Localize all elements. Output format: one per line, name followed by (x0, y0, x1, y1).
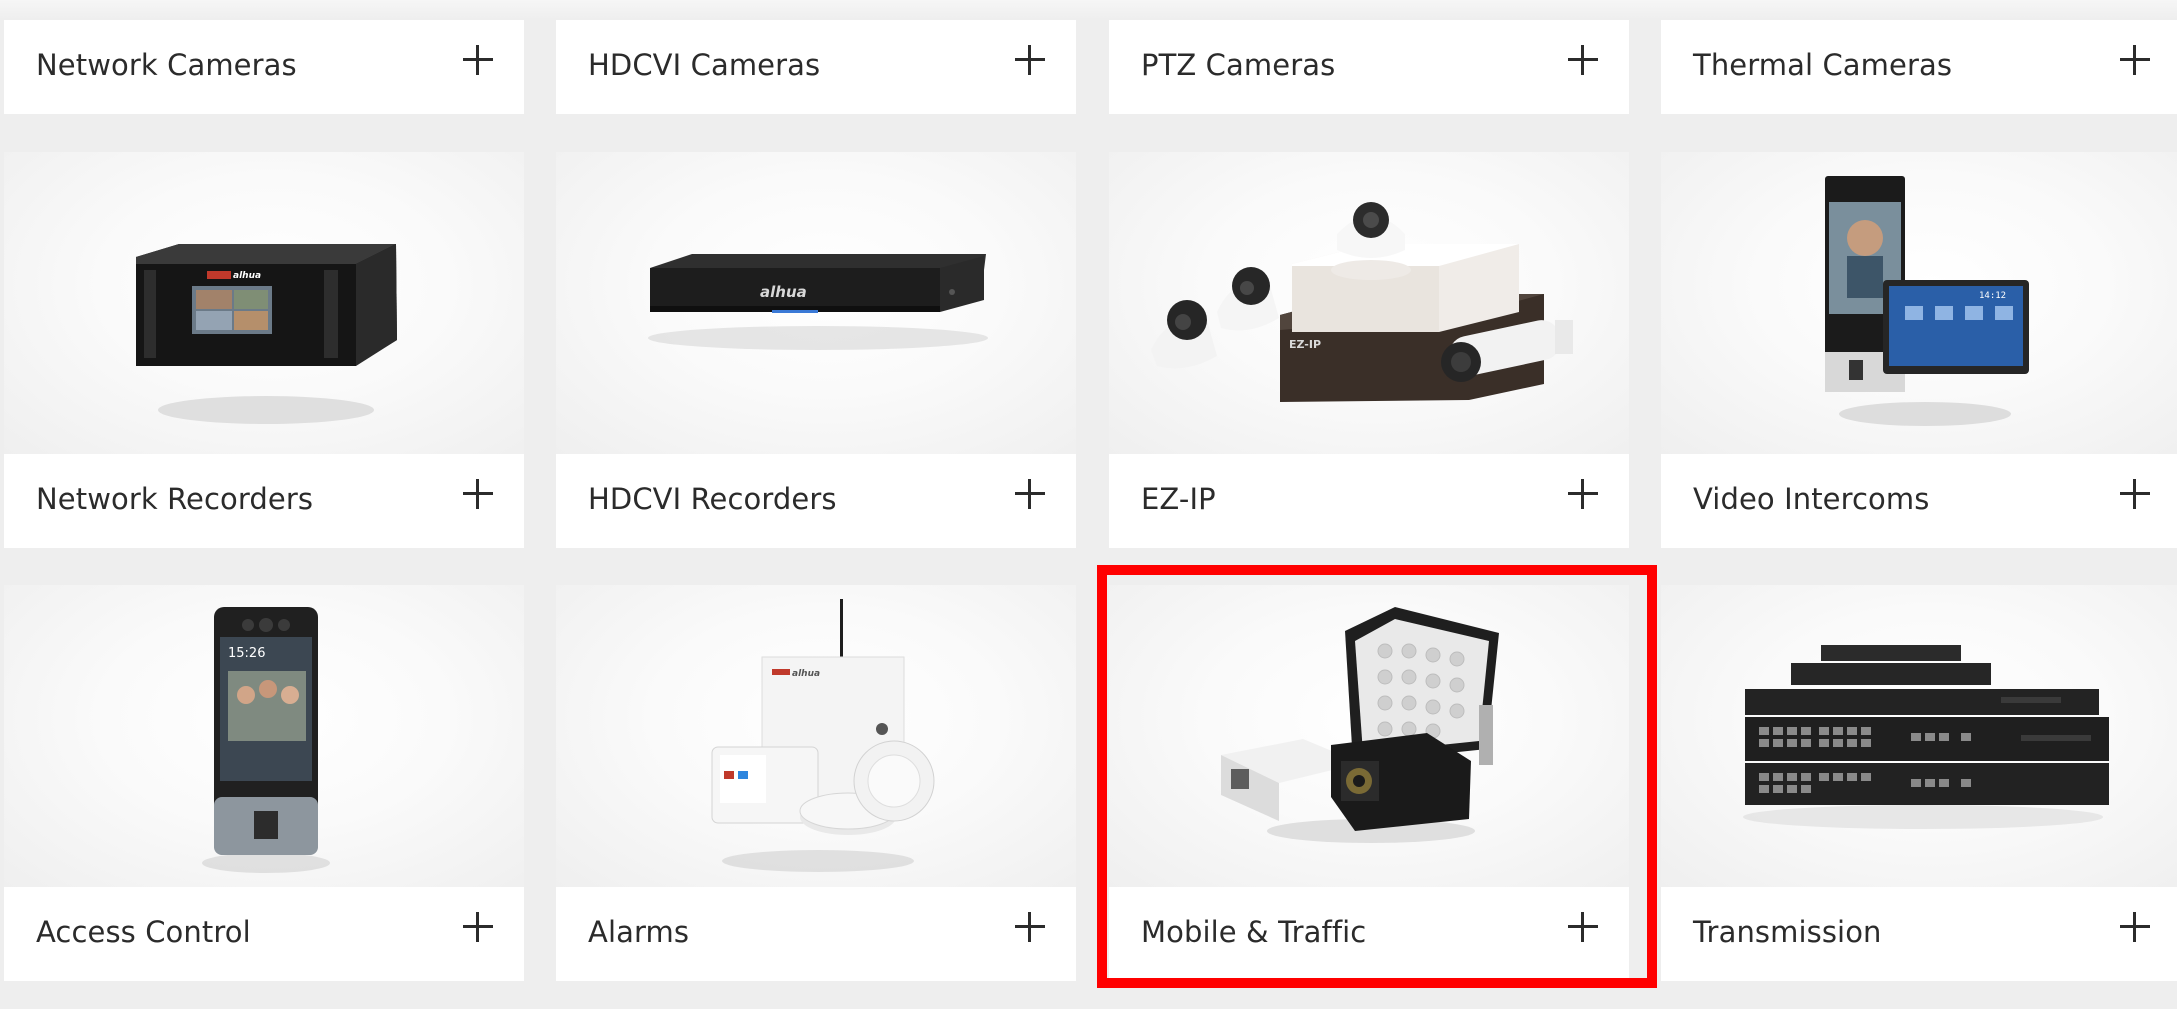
category-label: PTZ Cameras (1141, 48, 1336, 82)
plus-icon[interactable] (2120, 912, 2150, 942)
video-intercom-image: 14:12 (1661, 152, 2177, 454)
plus-icon[interactable] (463, 479, 493, 509)
network-recorder-image: alhua (4, 152, 524, 454)
card-label-bar: HDCVI Recorders (556, 454, 1076, 548)
network-switch-image (1661, 585, 2177, 887)
page-top-strip (0, 0, 2177, 20)
category-card-video-intercoms[interactable]: 14:12 Video Intercoms (1661, 152, 2177, 548)
plus-icon[interactable] (463, 912, 493, 942)
brand-logo: alhua (760, 283, 807, 301)
category-card-access-control[interactable]: 15:26 Access Control (4, 585, 524, 981)
access-control-terminal-image: 15:26 (4, 585, 524, 887)
plus-icon[interactable] (1015, 45, 1045, 75)
plus-icon[interactable] (1568, 45, 1598, 75)
plus-icon[interactable] (2120, 479, 2150, 509)
card-label-bar: Transmission (1661, 887, 2177, 981)
category-label: Network Recorders (36, 482, 314, 516)
alarm-kit-image: alhua (556, 585, 1076, 887)
card-label-bar: PTZ Cameras (1109, 20, 1629, 114)
category-card-thermal-cameras[interactable]: Thermal Cameras (1661, 20, 2177, 114)
plus-icon[interactable] (1015, 479, 1045, 509)
brand-logo: alhua (792, 669, 820, 679)
category-card-mobile-traffic[interactable]: Mobile & Traffic (1109, 585, 1629, 981)
category-label: Access Control (36, 915, 251, 949)
category-label: Video Intercoms (1693, 482, 1930, 516)
category-label: Thermal Cameras (1693, 48, 1953, 82)
category-card-alarms[interactable]: alhua Alarms (556, 585, 1076, 981)
card-label-bar: HDCVI Cameras (556, 20, 1076, 114)
plus-icon[interactable] (463, 45, 493, 75)
category-label: Network Cameras (36, 48, 297, 82)
category-label: HDCVI Cameras (588, 48, 821, 82)
category-card-transmission[interactable]: Transmission (1661, 585, 2177, 981)
plus-icon[interactable] (2120, 45, 2150, 75)
hdcvi-recorder-image: alhua (556, 152, 1076, 454)
svg-text:15:26: 15:26 (228, 646, 265, 661)
plus-icon[interactable] (1568, 479, 1598, 509)
category-card-network-cameras[interactable]: Network Cameras (4, 20, 524, 114)
ez-ip-kit-image: EZ-IP (1109, 152, 1629, 454)
category-label: HDCVI Recorders (588, 482, 837, 516)
card-label-bar: Mobile & Traffic (1109, 887, 1629, 981)
card-label-bar: EZ-IP (1109, 454, 1629, 548)
card-label-bar: Thermal Cameras (1661, 20, 2177, 114)
category-label: Mobile & Traffic (1141, 915, 1367, 949)
svg-text:EZ-IP: EZ-IP (1289, 338, 1321, 351)
brand-logo: alhua (233, 271, 261, 281)
category-card-hdcvi-cameras[interactable]: HDCVI Cameras (556, 20, 1076, 114)
category-label: EZ-IP (1141, 482, 1216, 516)
traffic-camera-image (1109, 585, 1629, 887)
category-card-ptz-cameras[interactable]: PTZ Cameras (1109, 20, 1629, 114)
plus-icon[interactable] (1568, 912, 1598, 942)
category-card-hdcvi-recorders[interactable]: alhua HDCVI Recorders (556, 152, 1076, 548)
category-label: Alarms (588, 915, 690, 949)
category-card-network-recorders[interactable]: alhua Network Recorders (4, 152, 524, 548)
card-label-bar: Video Intercoms (1661, 454, 2177, 548)
card-label-bar: Network Recorders (4, 454, 524, 548)
category-label: Transmission (1693, 915, 1882, 949)
svg-text:14:12: 14:12 (1979, 291, 2006, 301)
card-label-bar: Alarms (556, 887, 1076, 981)
plus-icon[interactable] (1015, 912, 1045, 942)
category-card-ez-ip[interactable]: EZ-IP EZ-IP (1109, 152, 1629, 548)
card-label-bar: Access Control (4, 887, 524, 981)
card-label-bar: Network Cameras (4, 20, 524, 114)
